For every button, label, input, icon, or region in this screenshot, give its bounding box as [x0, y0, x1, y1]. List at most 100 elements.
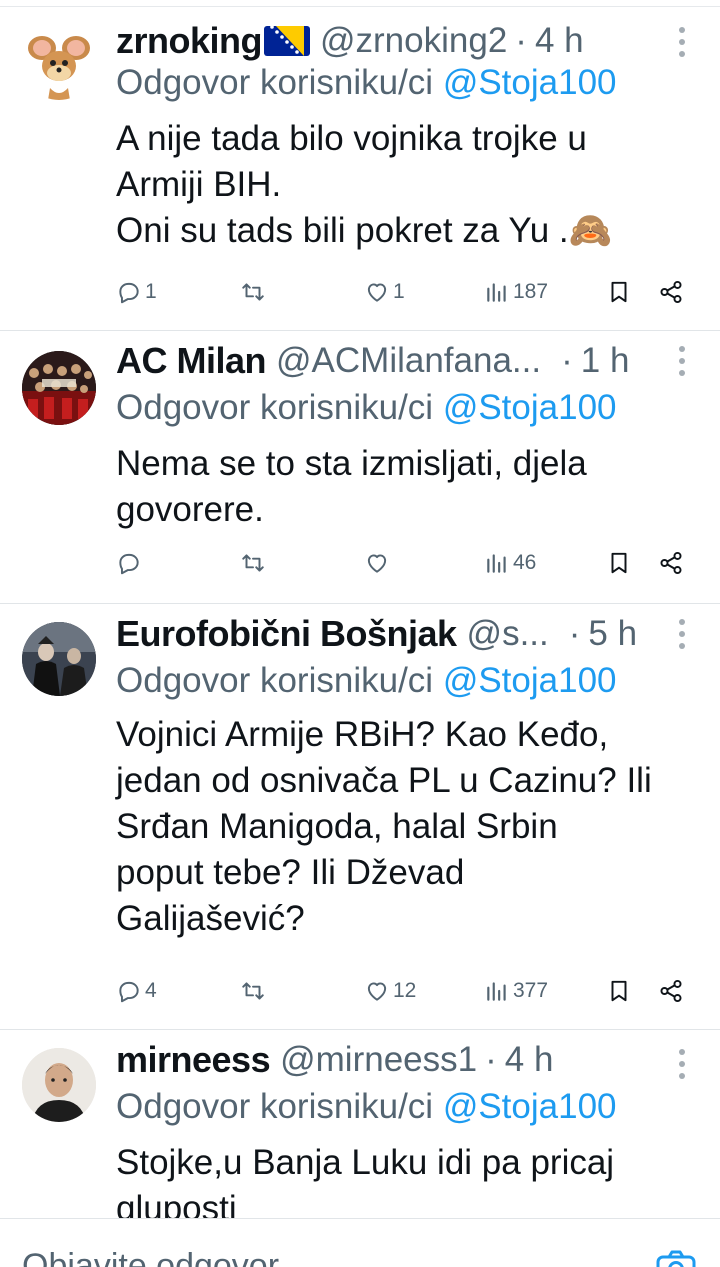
bookmark-icon	[606, 978, 632, 1004]
share-button[interactable]	[658, 279, 684, 305]
share-button[interactable]	[658, 550, 684, 576]
tweet-header: Eurofobični Bošnjak @s... · 5 h	[116, 612, 640, 656]
bookmark-icon	[606, 550, 632, 576]
display-name[interactable]: AC Milan	[116, 340, 266, 382]
reply-prefix: Odgovor korisniku/ci	[116, 661, 433, 700]
reply-prefix: Odgovor korisniku/ci	[116, 63, 433, 102]
reply-mention[interactable]: @Stoja100	[443, 1087, 617, 1126]
bookmark-button[interactable]	[606, 978, 632, 1004]
like-button[interactable]	[364, 550, 393, 576]
display-name[interactable]: Eurofobični Bošnjak	[116, 613, 457, 655]
tweet-acmilan[interactable]: AC Milan @ACMilanfana... · 1 h Odgovor k…	[0, 331, 720, 604]
reply-button[interactable]: 1	[116, 279, 157, 305]
tweet-header: zrnoking @zrnoking2 · 4 h	[116, 19, 640, 63]
repost-icon	[240, 279, 266, 305]
avatar[interactable]	[22, 26, 96, 100]
reply-icon	[116, 550, 142, 576]
tweet-text-line: jedan od osnivača PL u Cazinu? Ili	[116, 758, 690, 804]
bookmark-button[interactable]	[606, 550, 632, 576]
action-bar: 1 1 187	[116, 279, 696, 319]
repost-button[interactable]	[240, 279, 269, 305]
action-bar: 46	[116, 550, 696, 590]
handle[interactable]: @zrnoking2	[320, 21, 507, 61]
share-icon	[658, 550, 684, 576]
reply-input[interactable]: Objavite odgovor	[22, 1247, 279, 1267]
reply-icon	[116, 279, 142, 305]
repost-button[interactable]	[240, 978, 269, 1004]
views-icon	[484, 550, 510, 576]
tweet-text-line: gluposti	[116, 1186, 690, 1218]
views-count: 46	[513, 551, 536, 575]
reply-count: 1	[145, 280, 157, 304]
like-count: 1	[393, 280, 405, 304]
tweet-text-line: Galijašević?	[116, 896, 690, 942]
like-icon	[364, 550, 390, 576]
tweet-text-line: poput tebe? Ili Dževad	[116, 850, 690, 896]
tweet-text-line: Srđan Manigoda, halal Srbin	[116, 804, 690, 850]
like-icon	[364, 279, 390, 305]
display-name[interactable]: zrnoking	[116, 20, 262, 62]
reply-icon	[116, 978, 142, 1004]
timestamp[interactable]: 4 h	[535, 21, 584, 61]
tweet-text: Stojke,u Banja Luku idi pa pricaj glupos…	[116, 1140, 690, 1218]
tweet-text-line: Nema se to sta izmisljati, djela	[116, 441, 690, 487]
tweet-header: mirneess @mirneess1 · 4 h	[116, 1038, 640, 1082]
timestamp[interactable]: 4 h	[505, 1040, 554, 1080]
separator-dot: ·	[515, 21, 527, 61]
handle[interactable]: @ACMilanfana...	[276, 341, 541, 381]
bosnia-flag-icon	[264, 26, 310, 56]
tweet-text-line: govorere.	[116, 487, 690, 533]
views-button[interactable]: 46	[484, 550, 536, 576]
tweet-text-line: Stojke,u Banja Luku idi pa pricaj	[116, 1140, 690, 1186]
reply-context: Odgovor korisniku/ci @Stoja100	[116, 1087, 617, 1127]
tweet-text: Vojnici Armije RBiH? Kao Keđo, jedan od …	[116, 712, 690, 942]
reply-mention[interactable]: @Stoja100	[443, 661, 617, 700]
views-count: 187	[513, 280, 548, 304]
more-icon[interactable]	[672, 1046, 692, 1082]
tweet-text-line: Vojnici Armije RBiH? Kao Keđo,	[116, 712, 690, 758]
avatar[interactable]	[22, 622, 96, 696]
share-icon	[658, 279, 684, 305]
like-button[interactable]: 12	[364, 978, 416, 1004]
more-icon[interactable]	[672, 343, 692, 379]
reply-count: 4	[145, 979, 157, 1003]
views-button[interactable]: 377	[484, 978, 548, 1004]
timestamp[interactable]: 1 h	[581, 341, 630, 381]
more-icon[interactable]	[672, 24, 692, 60]
more-icon[interactable]	[672, 616, 692, 652]
handle[interactable]: @mirneess1	[280, 1040, 477, 1080]
reply-mention[interactable]: @Stoja100	[443, 63, 617, 102]
tweet-text: Nema se to sta izmisljati, djela govorer…	[116, 441, 690, 533]
share-button[interactable]	[658, 978, 684, 1004]
tweet-text-line: A nije tada bilo vojnika trojke u	[116, 116, 690, 162]
avatar[interactable]	[22, 1048, 96, 1122]
views-icon	[484, 279, 510, 305]
tweet-zrnoking[interactable]: zrnoking @zrnoking2 · 4 h Odgovor korisn…	[0, 6, 720, 331]
tweet-mirneess[interactable]: mirneess @mirneess1 · 4 h Odgovor korisn…	[0, 1030, 720, 1218]
like-icon	[364, 978, 390, 1004]
tweet-header: AC Milan @ACMilanfana... · 1 h	[116, 339, 640, 383]
timestamp[interactable]: 5 h	[588, 614, 637, 654]
tweet-text-line: Oni su tads bili pokret za Yu .🙈	[116, 208, 690, 254]
views-button[interactable]: 187	[484, 279, 548, 305]
reply-button[interactable]: 4	[116, 978, 157, 1004]
reply-button[interactable]	[116, 550, 145, 576]
action-bar: 4 12 377	[116, 978, 696, 1018]
like-count: 12	[393, 979, 416, 1003]
reply-context: Odgovor korisniku/ci @Stoja100	[116, 63, 617, 103]
avatar[interactable]	[22, 351, 96, 425]
reply-context: Odgovor korisniku/ci @Stoja100	[116, 388, 617, 428]
views-icon	[484, 978, 510, 1004]
separator-dot: ·	[485, 1040, 497, 1080]
display-name[interactable]: mirneess	[116, 1039, 270, 1081]
bookmark-button[interactable]	[606, 279, 632, 305]
reply-prefix: Odgovor korisniku/ci	[116, 388, 433, 427]
reply-mention[interactable]: @Stoja100	[443, 388, 617, 427]
like-button[interactable]: 1	[364, 279, 405, 305]
handle[interactable]: @s...	[467, 614, 549, 654]
tweet-text: A nije tada bilo vojnika trojke u Armiji…	[116, 116, 690, 254]
camera-icon[interactable]	[656, 1249, 696, 1267]
repost-button[interactable]	[240, 550, 269, 576]
tweet-eurofobicni[interactable]: Eurofobični Bošnjak @s... · 5 h Odgovor …	[0, 604, 720, 1030]
reply-composer[interactable]: Objavite odgovor	[0, 1218, 720, 1267]
